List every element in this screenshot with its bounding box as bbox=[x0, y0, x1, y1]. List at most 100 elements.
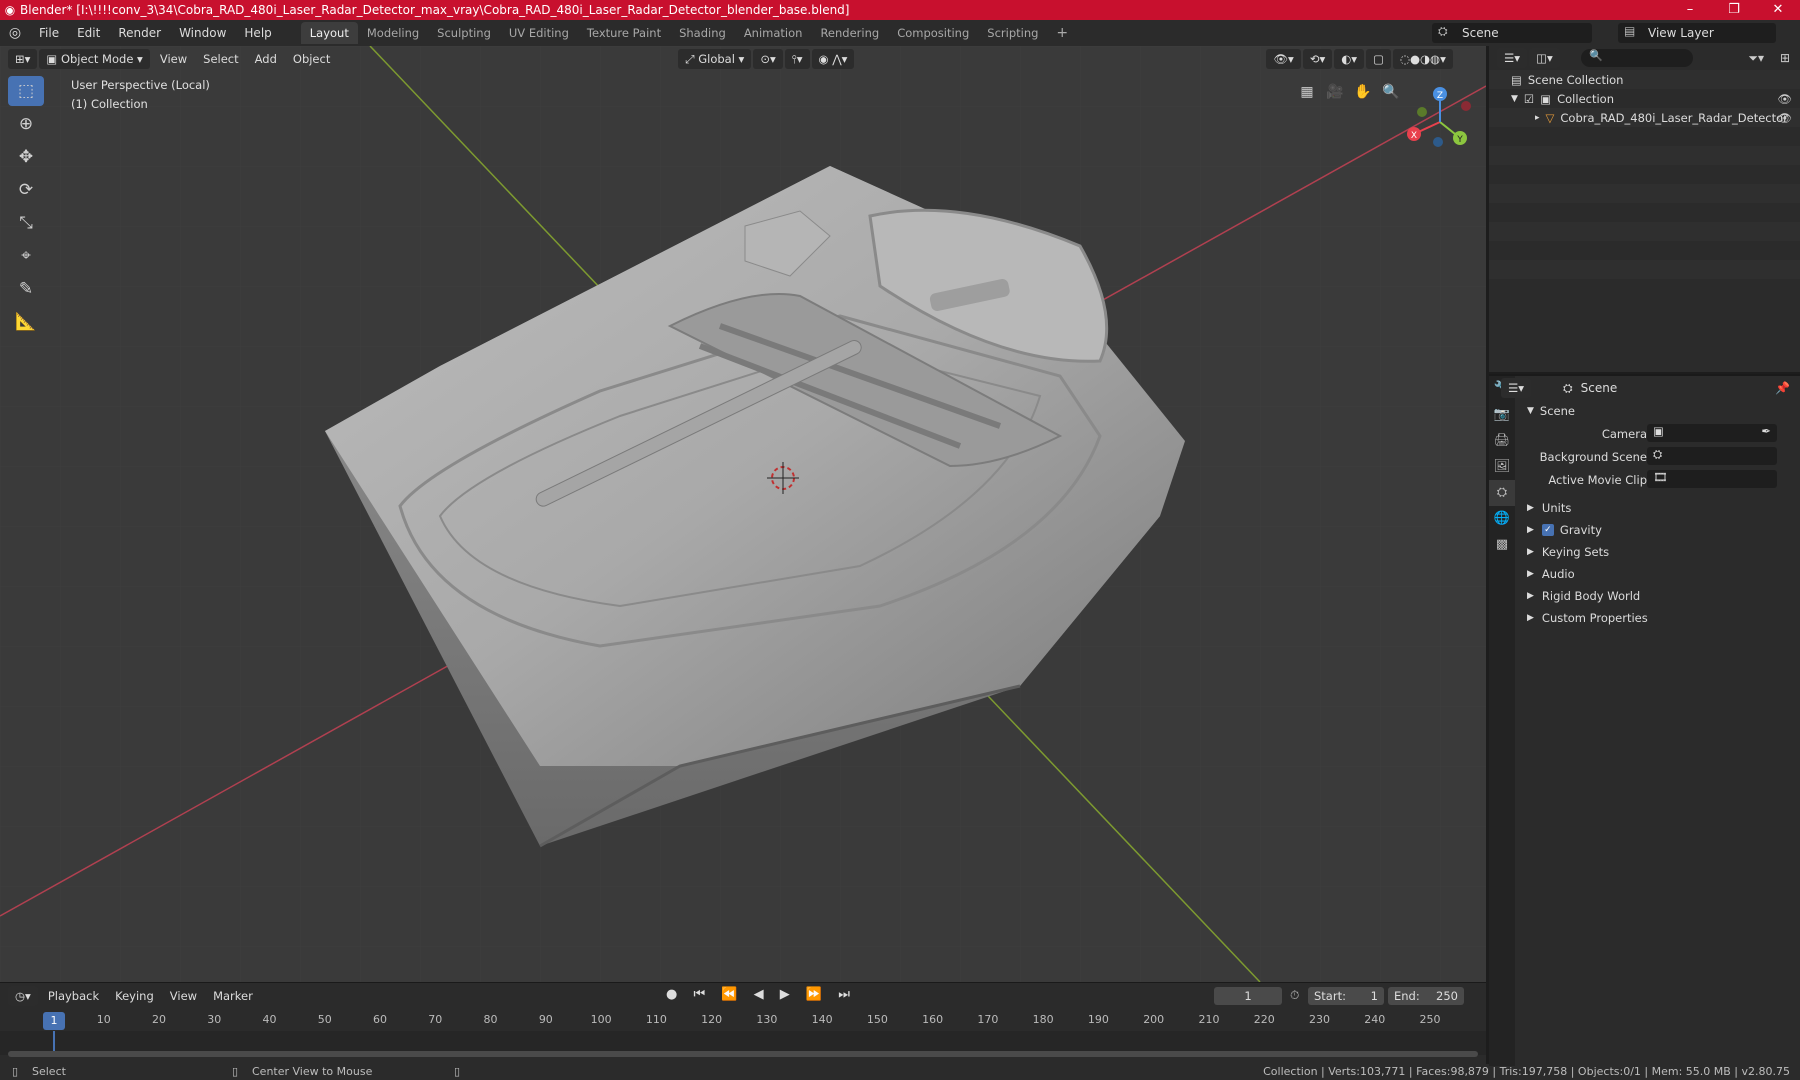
custom-properties-panel[interactable]: ▶ Custom Properties bbox=[1517, 607, 1800, 629]
tab-scripting[interactable]: Scripting bbox=[978, 22, 1047, 44]
eyedropper-icon[interactable]: ✒ bbox=[1761, 424, 1771, 438]
tab-shading[interactable]: Shading bbox=[670, 22, 735, 44]
shading-modes-icon[interactable]: ◌●◑◍▾ bbox=[1392, 49, 1453, 69]
measure-icon[interactable]: 📐 bbox=[8, 307, 44, 337]
transform-orientation[interactable]: ⤢ Global ▾ bbox=[678, 49, 752, 69]
outliner-row-collection[interactable]: ▼ ☑ ▣ Collection 👁 bbox=[1489, 89, 1800, 108]
eye-icon[interactable]: 👁 bbox=[1777, 111, 1792, 125]
menu-render[interactable]: Render bbox=[109, 20, 170, 46]
texture-props-icon[interactable]: ▩ bbox=[1489, 532, 1515, 558]
props-editor-type-icon[interactable]: ☰▾ bbox=[1501, 378, 1532, 398]
timeline-scrollbar[interactable] bbox=[8, 1051, 1478, 1057]
visibility-icon[interactable]: 👁▾ bbox=[1266, 49, 1301, 69]
vp-menu-add[interactable]: Add bbox=[247, 46, 285, 72]
status-stats: Collection | Verts:103,771 | Faces:98,87… bbox=[1263, 1065, 1790, 1078]
units-panel[interactable]: ▶ Units bbox=[1517, 497, 1800, 519]
mode-selector[interactable]: ▣ Object Mode ▾ bbox=[39, 49, 150, 69]
overlay-toggle-icon[interactable]: ◐▾ bbox=[1334, 49, 1365, 69]
menu-help[interactable]: Help bbox=[235, 20, 280, 46]
current-frame-field[interactable]: 1 bbox=[1214, 987, 1282, 1005]
vp-menu-select[interactable]: Select bbox=[195, 46, 246, 72]
rotate-icon[interactable]: ⟳ bbox=[8, 175, 44, 205]
select-box-icon[interactable]: ⬚ bbox=[8, 76, 44, 106]
keying-sets-panel[interactable]: ▶ Keying Sets bbox=[1517, 541, 1800, 563]
checkbox-icon[interactable]: ☑ bbox=[1524, 92, 1534, 106]
scene-panel-header[interactable]: ▼ Scene bbox=[1517, 400, 1800, 422]
tab-animation[interactable]: Animation bbox=[735, 22, 812, 44]
timeline-editor: ◷▾ Playback Keying View Marker ● ⏮ ⏪ ◀ ▶… bbox=[0, 982, 1486, 1064]
playback-controls[interactable]: ● ⏮ ⏪ ◀ ▶ ⏩ ⏭ bbox=[666, 987, 856, 1002]
start-frame-field[interactable]: Start: 1 bbox=[1308, 987, 1384, 1005]
gravity-panel[interactable]: ▶ ✓ Gravity bbox=[1517, 519, 1800, 541]
world-props-icon[interactable]: 🌐 bbox=[1489, 506, 1515, 532]
playhead[interactable]: 1 bbox=[43, 1012, 65, 1030]
render-props-icon[interactable]: 📷 bbox=[1489, 402, 1515, 428]
cursor-icon[interactable]: ⊕ bbox=[8, 109, 44, 139]
scale-icon[interactable]: ⤡ bbox=[8, 208, 44, 238]
collapse-arrow-icon[interactable]: ▸ bbox=[1535, 113, 1540, 123]
display-mode-icon[interactable]: ◫▾ bbox=[1529, 48, 1560, 68]
expand-arrow-icon[interactable]: ▼ bbox=[1511, 94, 1518, 104]
add-workspace-icon[interactable]: + bbox=[1047, 22, 1077, 44]
3d-viewport[interactable]: ⊞▾ ▣ Object Mode ▾ View Select Add Objec… bbox=[0, 46, 1486, 982]
tl-menu-marker[interactable]: Marker bbox=[205, 983, 261, 1009]
minimize-icon[interactable]: – bbox=[1668, 0, 1712, 20]
outliner-search-input[interactable]: 🔍 bbox=[1581, 49, 1693, 67]
navigation-gizmo[interactable]: X Y Z bbox=[1400, 80, 1480, 160]
tab-texture-paint[interactable]: Texture Paint bbox=[578, 22, 670, 44]
pin-icon[interactable]: 📌 bbox=[1775, 381, 1790, 395]
timeline-editor-type-icon[interactable]: ◷▾ bbox=[8, 986, 38, 1006]
tab-compositing[interactable]: Compositing bbox=[888, 22, 978, 44]
view-layer-props-icon[interactable]: 🖼 bbox=[1489, 454, 1515, 480]
proportional-edit-icon[interactable]: ◉ ⋀▾ bbox=[811, 49, 855, 69]
new-collection-icon[interactable]: ⊞ bbox=[1780, 51, 1790, 65]
outliner-row-object[interactable]: ▸ ▽ Cobra_RAD_480i_Laser_Radar_Detector … bbox=[1489, 108, 1800, 127]
tab-uv-editing[interactable]: UV Editing bbox=[500, 22, 578, 44]
camera-field[interactable]: ▣ ✒ bbox=[1647, 424, 1777, 442]
view-layer-selector[interactable]: ▤ View Layer bbox=[1618, 23, 1776, 43]
eye-icon[interactable]: 👁 bbox=[1777, 92, 1792, 106]
blender-menu-icon[interactable]: ◎ bbox=[0, 25, 30, 41]
tab-sculpting[interactable]: Sculpting bbox=[428, 22, 500, 44]
tab-layout[interactable]: Layout bbox=[300, 22, 358, 44]
xray-icon[interactable]: ▢ bbox=[1366, 49, 1391, 69]
outliner-row-scene-collection[interactable]: ▤ Scene Collection bbox=[1489, 70, 1800, 89]
tl-menu-playback[interactable]: Playback bbox=[40, 983, 107, 1009]
gravity-checkbox[interactable]: ✓ bbox=[1541, 524, 1554, 536]
tl-menu-view[interactable]: View bbox=[162, 983, 205, 1009]
rigid-body-world-panel[interactable]: ▶ Rigid Body World bbox=[1517, 585, 1800, 607]
move-icon[interactable]: ✥ bbox=[8, 142, 44, 172]
menu-window[interactable]: Window bbox=[170, 20, 235, 46]
maximize-icon[interactable]: ❐ bbox=[1712, 0, 1756, 20]
movie-clip-field[interactable]: 🎞 bbox=[1647, 470, 1777, 488]
editor-type-icon[interactable]: ⊞▾ bbox=[8, 49, 38, 69]
audio-panel[interactable]: ▶ Audio bbox=[1517, 563, 1800, 585]
gizmo-toggle-icon[interactable]: ⟲▾ bbox=[1302, 49, 1333, 69]
filter-icon[interactable]: ⏷▾ bbox=[1748, 51, 1764, 66]
tab-modeling[interactable]: Modeling bbox=[358, 22, 428, 44]
outliner-editor-type-icon[interactable]: ☰▾ bbox=[1497, 48, 1528, 68]
tl-menu-keying[interactable]: Keying bbox=[107, 983, 162, 1009]
annotate-icon[interactable]: ✎ bbox=[8, 274, 44, 304]
output-props-icon[interactable]: 🖨 bbox=[1489, 428, 1515, 454]
stopwatch-icon[interactable]: ⏱ bbox=[1290, 988, 1299, 1003]
vp-menu-view[interactable]: View bbox=[152, 46, 195, 72]
vp-menu-object[interactable]: Object bbox=[285, 46, 338, 72]
end-value: 250 bbox=[1436, 989, 1458, 1003]
transform-icon[interactable]: ⌖ bbox=[8, 241, 44, 271]
tab-rendering[interactable]: Rendering bbox=[811, 22, 888, 44]
camera-view-icon[interactable]: 🎥 bbox=[1323, 80, 1347, 104]
background-scene-field[interactable]: ⛭ bbox=[1647, 447, 1777, 465]
pan-hand-icon[interactable]: ✋ bbox=[1351, 80, 1375, 104]
snap-icon[interactable]: ⫯▾ bbox=[784, 49, 810, 69]
scene-selector[interactable]: ⛭ Scene bbox=[1432, 23, 1592, 43]
timeline-ruler[interactable]: 1 10 20 30 40 50 60 70 80 90 100 110 120 130 140 150 16… bbox=[0, 1011, 1486, 1031]
pivot-icon[interactable]: ⊙▾ bbox=[753, 49, 783, 69]
end-frame-field[interactable]: End: 250 bbox=[1388, 987, 1464, 1005]
menu-file[interactable]: File bbox=[30, 20, 68, 46]
menu-edit[interactable]: Edit bbox=[68, 20, 109, 46]
close-icon[interactable]: ✕ bbox=[1756, 0, 1800, 20]
perspective-toggle-icon[interactable]: ▦ bbox=[1295, 80, 1319, 104]
scene-props-icon[interactable]: ⛭ bbox=[1489, 480, 1515, 506]
timeline-tick-label: 30 bbox=[207, 1013, 222, 1026]
